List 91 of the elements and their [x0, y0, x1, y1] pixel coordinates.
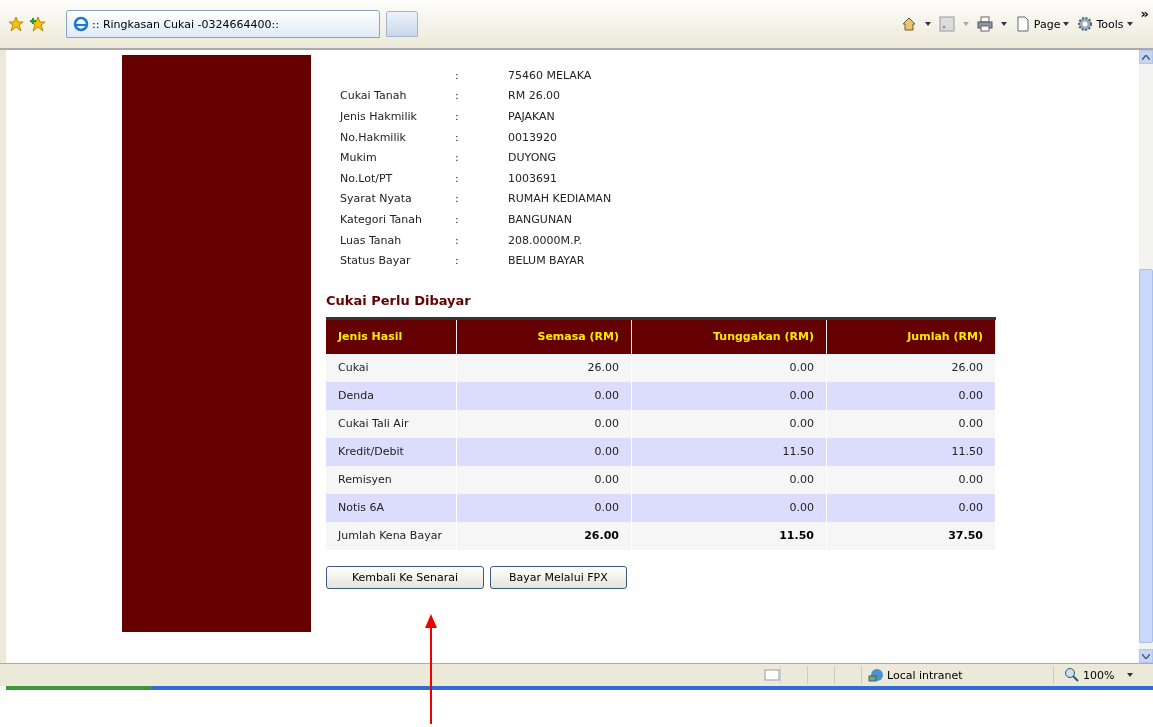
table-cell: 0.00	[631, 381, 827, 410]
table-cell: 26.00	[456, 353, 632, 382]
column-header: Tunggakan (RM)	[631, 318, 827, 354]
colon-separator: :	[455, 130, 460, 144]
scroll-down-button[interactable]	[1139, 649, 1153, 663]
table-cell: 0.00	[456, 409, 632, 438]
column-header: Jumlah (RM)	[826, 318, 996, 354]
table-cell: 37.50	[826, 521, 996, 550]
table-cell: 0.00	[456, 465, 632, 494]
scroll-up-button[interactable]	[1139, 50, 1153, 64]
table-cell: 0.00	[826, 409, 996, 438]
table-cell: 0.00	[456, 437, 632, 466]
field-label: Mukim	[340, 151, 377, 165]
star-icon[interactable]	[8, 16, 24, 32]
table-cell: Cukai	[326, 353, 457, 382]
table-cell: Notis 6A	[326, 493, 457, 522]
caret-icon[interactable]	[924, 22, 931, 26]
table-cell: 0.00	[826, 493, 996, 522]
table-cell: 0.00	[456, 493, 632, 522]
toolbar-overflow-button[interactable]: »	[1140, 6, 1149, 21]
section-title: Cukai Perlu Dibayar	[326, 292, 472, 308]
field-label: Cukai Tanah	[340, 89, 407, 103]
table-cell: Remisyen	[326, 465, 457, 494]
page-icon	[764, 667, 780, 683]
colon-separator: :	[455, 233, 460, 247]
table-cell: 0.00	[826, 465, 996, 494]
field-value: 75460 MELAKA	[508, 68, 592, 82]
field-value: PAJAKAN	[508, 110, 555, 123]
field-label: Syarat Nyata	[340, 192, 412, 206]
tools-menu-button[interactable]: Tools	[1077, 16, 1133, 32]
table-cell: Jumlah Kena Bayar	[326, 521, 457, 550]
magnifier-icon	[1064, 667, 1080, 683]
table-cell: 11.50	[631, 521, 827, 550]
colon-separator: :	[455, 68, 460, 82]
field-label: No.Hakmilik	[340, 130, 406, 144]
table-cell: 0.00	[631, 409, 827, 438]
field-value: BELUM BAYAR	[508, 254, 585, 268]
page-icon	[1014, 16, 1031, 32]
new-tab-button[interactable]	[386, 11, 418, 37]
colon-separator: :	[455, 254, 460, 268]
table-cell: 0.00	[631, 465, 827, 494]
colon-separator: :	[455, 212, 460, 226]
field-label: Status Bayar	[340, 254, 411, 268]
scroll-thumb[interactable]	[1139, 269, 1153, 643]
table-cell: 0.00	[826, 381, 996, 410]
field-value: RM 26.00	[508, 89, 561, 103]
field-value: 208.0000M.P.	[508, 233, 582, 247]
back-to-list-button[interactable]: Kembali Ke Senarai	[326, 565, 484, 589]
table-cell: Cukai Tali Air	[326, 409, 457, 438]
field-label: Jenis Hakmilik	[340, 110, 417, 123]
home-icon[interactable]	[900, 16, 917, 32]
caret-icon	[1127, 673, 1134, 677]
colon-separator: :	[455, 110, 460, 123]
table-cell: 26.00	[826, 353, 996, 382]
network-icon	[868, 667, 884, 683]
field-value: 1003691	[508, 171, 557, 185]
table-cell: Denda	[326, 381, 457, 410]
printer-icon[interactable]	[976, 16, 993, 32]
table-cell: 0.00	[456, 381, 632, 410]
field-value: BANGUNAN	[508, 212, 572, 226]
colon-separator: :	[455, 171, 460, 185]
table-cell: Kredit/Debit	[326, 437, 457, 466]
feed-icon[interactable]	[938, 16, 955, 32]
star-plus-icon[interactable]	[30, 16, 46, 32]
field-label: No.Lot/PT	[340, 171, 393, 185]
pay-button[interactable]: Bayar Melalui FPX	[490, 565, 627, 589]
page-menu-button[interactable]: Page	[1014, 16, 1070, 32]
table-cell: 11.50	[826, 437, 996, 466]
browser-logo-icon	[73, 16, 89, 32]
column-header: Semasa (RM)	[456, 318, 632, 354]
field-label: Kategori Tanah	[340, 212, 422, 226]
column-header: Jenis Hasil	[326, 318, 457, 354]
zone-label: Local intranet	[887, 668, 963, 682]
colon-separator: :	[455, 192, 460, 206]
caret-icon	[1063, 22, 1070, 26]
field-value: RUMAH KEDIAMAN	[508, 192, 612, 206]
browser-tab[interactable]: :: Ringkasan Cukai -0324664400::	[66, 10, 380, 38]
field-label: Luas Tanah	[340, 233, 402, 247]
table-cell: 0.00	[631, 493, 827, 522]
field-value: DUYONG	[508, 151, 557, 165]
table-cell: 11.50	[631, 437, 827, 466]
zoom-button[interactable]: 100%	[1053, 666, 1153, 684]
colon-separator: :	[455, 151, 460, 165]
colon-separator: :	[455, 89, 460, 103]
caret-icon[interactable]	[1000, 22, 1007, 26]
table-cell: 26.00	[456, 521, 632, 550]
scrollbar[interactable]	[1139, 50, 1153, 663]
gear-icon	[1077, 16, 1094, 32]
field-value: 0013920	[508, 130, 557, 144]
caret-icon	[1126, 22, 1133, 26]
table-cell: 0.00	[631, 353, 827, 382]
